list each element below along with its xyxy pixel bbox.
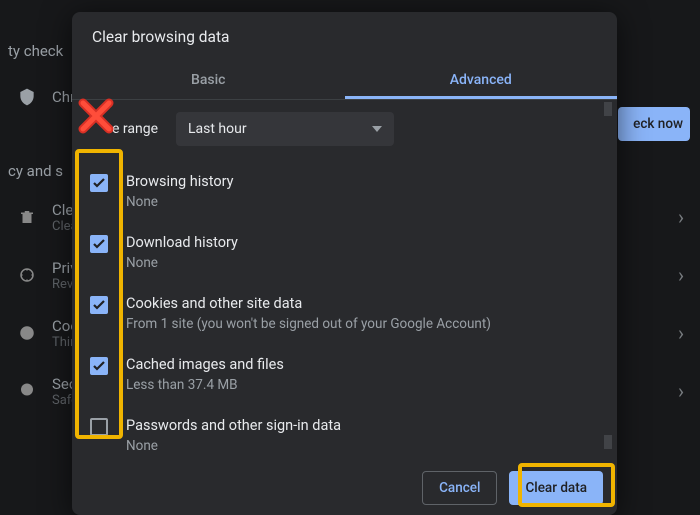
trash-icon bbox=[16, 206, 38, 228]
option-cached-images: Cached images and files Less than 37.4 M… bbox=[90, 347, 599, 408]
option-title: Download history bbox=[126, 233, 238, 253]
checkbox-browsing-history[interactable] bbox=[90, 174, 108, 192]
time-range-row: e range Last hour bbox=[112, 112, 599, 146]
option-sub: None bbox=[126, 254, 238, 272]
clear-label: Clear data bbox=[525, 480, 587, 496]
checkbox-download-history[interactable] bbox=[90, 235, 108, 253]
tune-icon bbox=[16, 264, 38, 286]
option-sub: Less than 37.4 MB bbox=[126, 376, 284, 394]
checkbox-cookies[interactable] bbox=[90, 296, 108, 314]
tab-advanced[interactable]: Advanced bbox=[345, 60, 618, 99]
check-now-label: eck now bbox=[633, 116, 683, 132]
dialog-title: Clear browsing data bbox=[72, 12, 617, 60]
option-sub: None bbox=[126, 193, 234, 211]
tab-basic[interactable]: Basic bbox=[72, 60, 345, 99]
lock-icon bbox=[16, 380, 38, 402]
option-title: Cached images and files bbox=[126, 355, 284, 375]
dialog-footer: Cancel Clear data bbox=[72, 459, 617, 515]
option-download-history: Download history None bbox=[90, 225, 599, 286]
chevron-right-icon: › bbox=[678, 379, 684, 403]
chevron-right-icon: › bbox=[678, 263, 684, 287]
cancel-label: Cancel bbox=[439, 480, 480, 496]
tab-strip: Basic Advanced bbox=[72, 60, 617, 100]
option-cookies: Cookies and other site data From 1 site … bbox=[90, 286, 599, 347]
checkbox-passwords[interactable] bbox=[90, 418, 108, 436]
options-list: Browsing history None Download history N… bbox=[90, 164, 599, 459]
option-sub: From 1 site (you won't be signed out of … bbox=[126, 315, 491, 333]
clear-data-button[interactable]: Clear data bbox=[509, 471, 603, 505]
time-range-value: Last hour bbox=[188, 121, 247, 137]
check-now-button[interactable]: eck now bbox=[618, 107, 690, 141]
option-browsing-history: Browsing history None bbox=[90, 164, 599, 225]
shield-icon bbox=[16, 86, 38, 108]
option-sub: None bbox=[126, 437, 341, 455]
chevron-right-icon: › bbox=[678, 205, 684, 229]
option-title: Browsing history bbox=[126, 172, 234, 192]
option-passwords: Passwords and other sign-in data None bbox=[90, 408, 599, 459]
dialog-body: e range Last hour Browsing history None bbox=[72, 100, 617, 459]
caret-down-icon bbox=[372, 126, 382, 132]
time-range-select[interactable]: Last hour bbox=[176, 112, 394, 146]
clear-browsing-data-dialog: Clear browsing data Basic Advanced e ran… bbox=[72, 12, 617, 515]
cancel-button[interactable]: Cancel bbox=[422, 471, 497, 505]
checkbox-cached-images[interactable] bbox=[90, 357, 108, 375]
cookie-icon bbox=[16, 322, 38, 344]
chevron-right-icon: › bbox=[678, 321, 684, 345]
time-range-label: e range bbox=[112, 121, 158, 137]
option-title: Cookies and other site data bbox=[126, 294, 491, 314]
option-title: Passwords and other sign-in data bbox=[126, 416, 341, 436]
